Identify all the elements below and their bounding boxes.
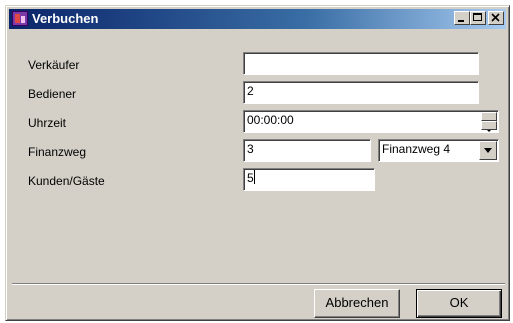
dropdown-button[interactable] — [479, 141, 497, 160]
divider — [12, 283, 505, 285]
minimize-icon — [458, 20, 464, 22]
bediener-label: Bediener — [28, 87, 77, 101]
window-title: Verbuchen — [32, 11, 99, 26]
kunden-gaeste-label: Kunden/Gäste — [28, 174, 105, 188]
verkaeufer-input[interactable] — [243, 52, 479, 75]
title-bar[interactable]: Verbuchen — [9, 9, 506, 29]
uhrzeit-value: 00:00:00 — [247, 113, 294, 127]
spin-down-button[interactable] — [481, 121, 497, 132]
ok-button[interactable]: OK — [416, 289, 502, 318]
finanzweg-select[interactable]: Finanzweg 4 — [378, 139, 499, 162]
maximize-icon — [473, 13, 482, 21]
app-icon[interactable] — [12, 11, 28, 26]
finanzweg-input[interactable]: 3 — [243, 139, 371, 162]
uhrzeit-label: Uhrzeit — [28, 116, 67, 130]
finanzweg-selected-value: Finanzweg 4 — [382, 142, 451, 156]
text-cursor — [253, 170, 255, 184]
close-icon — [491, 13, 500, 22]
bediener-input[interactable]: 2 — [243, 81, 479, 104]
arrow-down-icon — [487, 130, 491, 132]
close-button[interactable] — [488, 11, 504, 25]
minimize-button[interactable] — [454, 11, 470, 25]
dialog-window: Verbuchen Verkäufer Bediener 2 Uhrzeit 0… — [5, 5, 510, 321]
chevron-down-icon — [484, 148, 492, 153]
kunden-gaeste-input[interactable]: 5 — [243, 168, 375, 191]
uhrzeit-time-field[interactable]: 00:00:00 — [243, 110, 499, 133]
kunden-gaeste-value: 5 — [247, 171, 254, 185]
maximize-button[interactable] — [470, 11, 486, 25]
cancel-button[interactable]: Abbrechen — [314, 289, 400, 318]
verkaeufer-label: Verkäufer — [28, 58, 80, 72]
spin-up-button[interactable] — [481, 112, 497, 124]
finanzweg-label: Finanzweg — [28, 145, 87, 159]
